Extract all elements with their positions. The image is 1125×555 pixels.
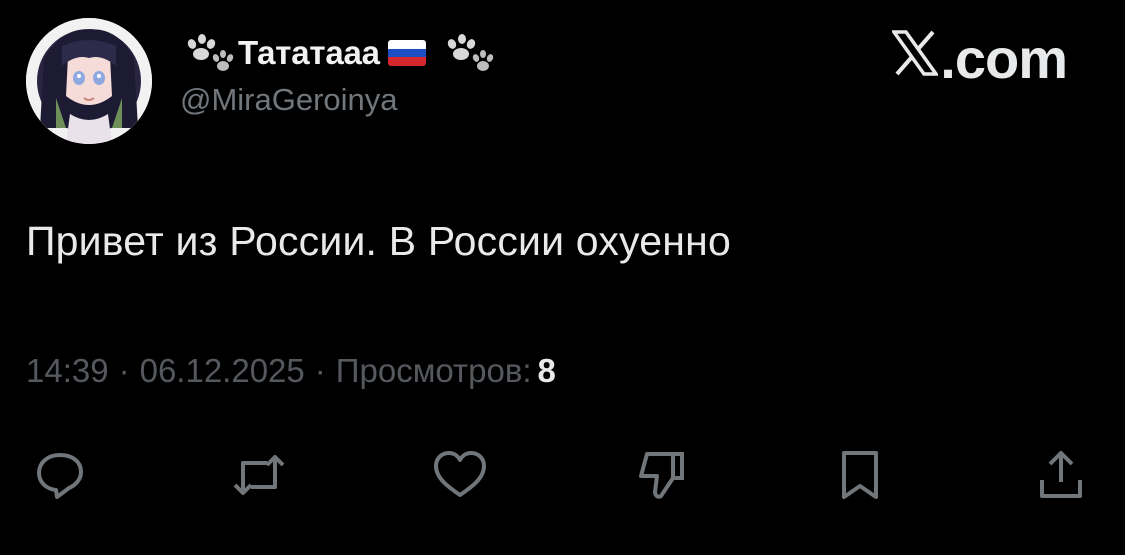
share-button[interactable]: [1026, 440, 1096, 510]
author-name-row[interactable]: Тататааа: [178, 28, 496, 78]
display-name[interactable]: Тататааа: [238, 34, 380, 72]
views-label: Просмотров:: [335, 352, 532, 389]
reply-icon: [37, 453, 83, 499]
meta-separator: ·: [314, 352, 326, 389]
russia-flag-icon: [387, 40, 426, 66]
heart-icon: [434, 451, 486, 497]
brand-domain: .com: [940, 27, 1068, 90]
paw-icon: [178, 28, 236, 78]
brand-logo: .com: [892, 27, 1068, 90]
repost-icon: [233, 455, 285, 495]
tweet-time[interactable]: 14:39: [26, 352, 109, 390]
thumbs-down-icon: [639, 452, 684, 499]
x-logo-icon: [892, 28, 939, 78]
tweet-date[interactable]: 06.12.2025: [140, 352, 305, 390]
tweet-text: Привет из России. В России охуенно: [26, 218, 731, 264]
bookmark-button[interactable]: [825, 440, 895, 510]
bookmark-icon: [842, 451, 878, 499]
reply-button[interactable]: [25, 440, 95, 510]
author-handle[interactable]: @MiraGeroinya: [180, 82, 398, 118]
views-count[interactable]: 8: [538, 352, 556, 390]
repost-button[interactable]: [224, 440, 294, 510]
share-icon: [1040, 451, 1082, 498]
avatar-image: [26, 18, 152, 144]
like-button[interactable]: [425, 440, 495, 510]
avatar[interactable]: [26, 18, 152, 144]
action-bar: [0, 440, 1125, 510]
dislike-button[interactable]: [626, 440, 696, 510]
meta-separator: ·: [118, 352, 130, 389]
tweet-meta: 14:39 · 06.12.2025 · Просмотров: 8: [26, 352, 556, 390]
paw-icon: [438, 28, 496, 78]
